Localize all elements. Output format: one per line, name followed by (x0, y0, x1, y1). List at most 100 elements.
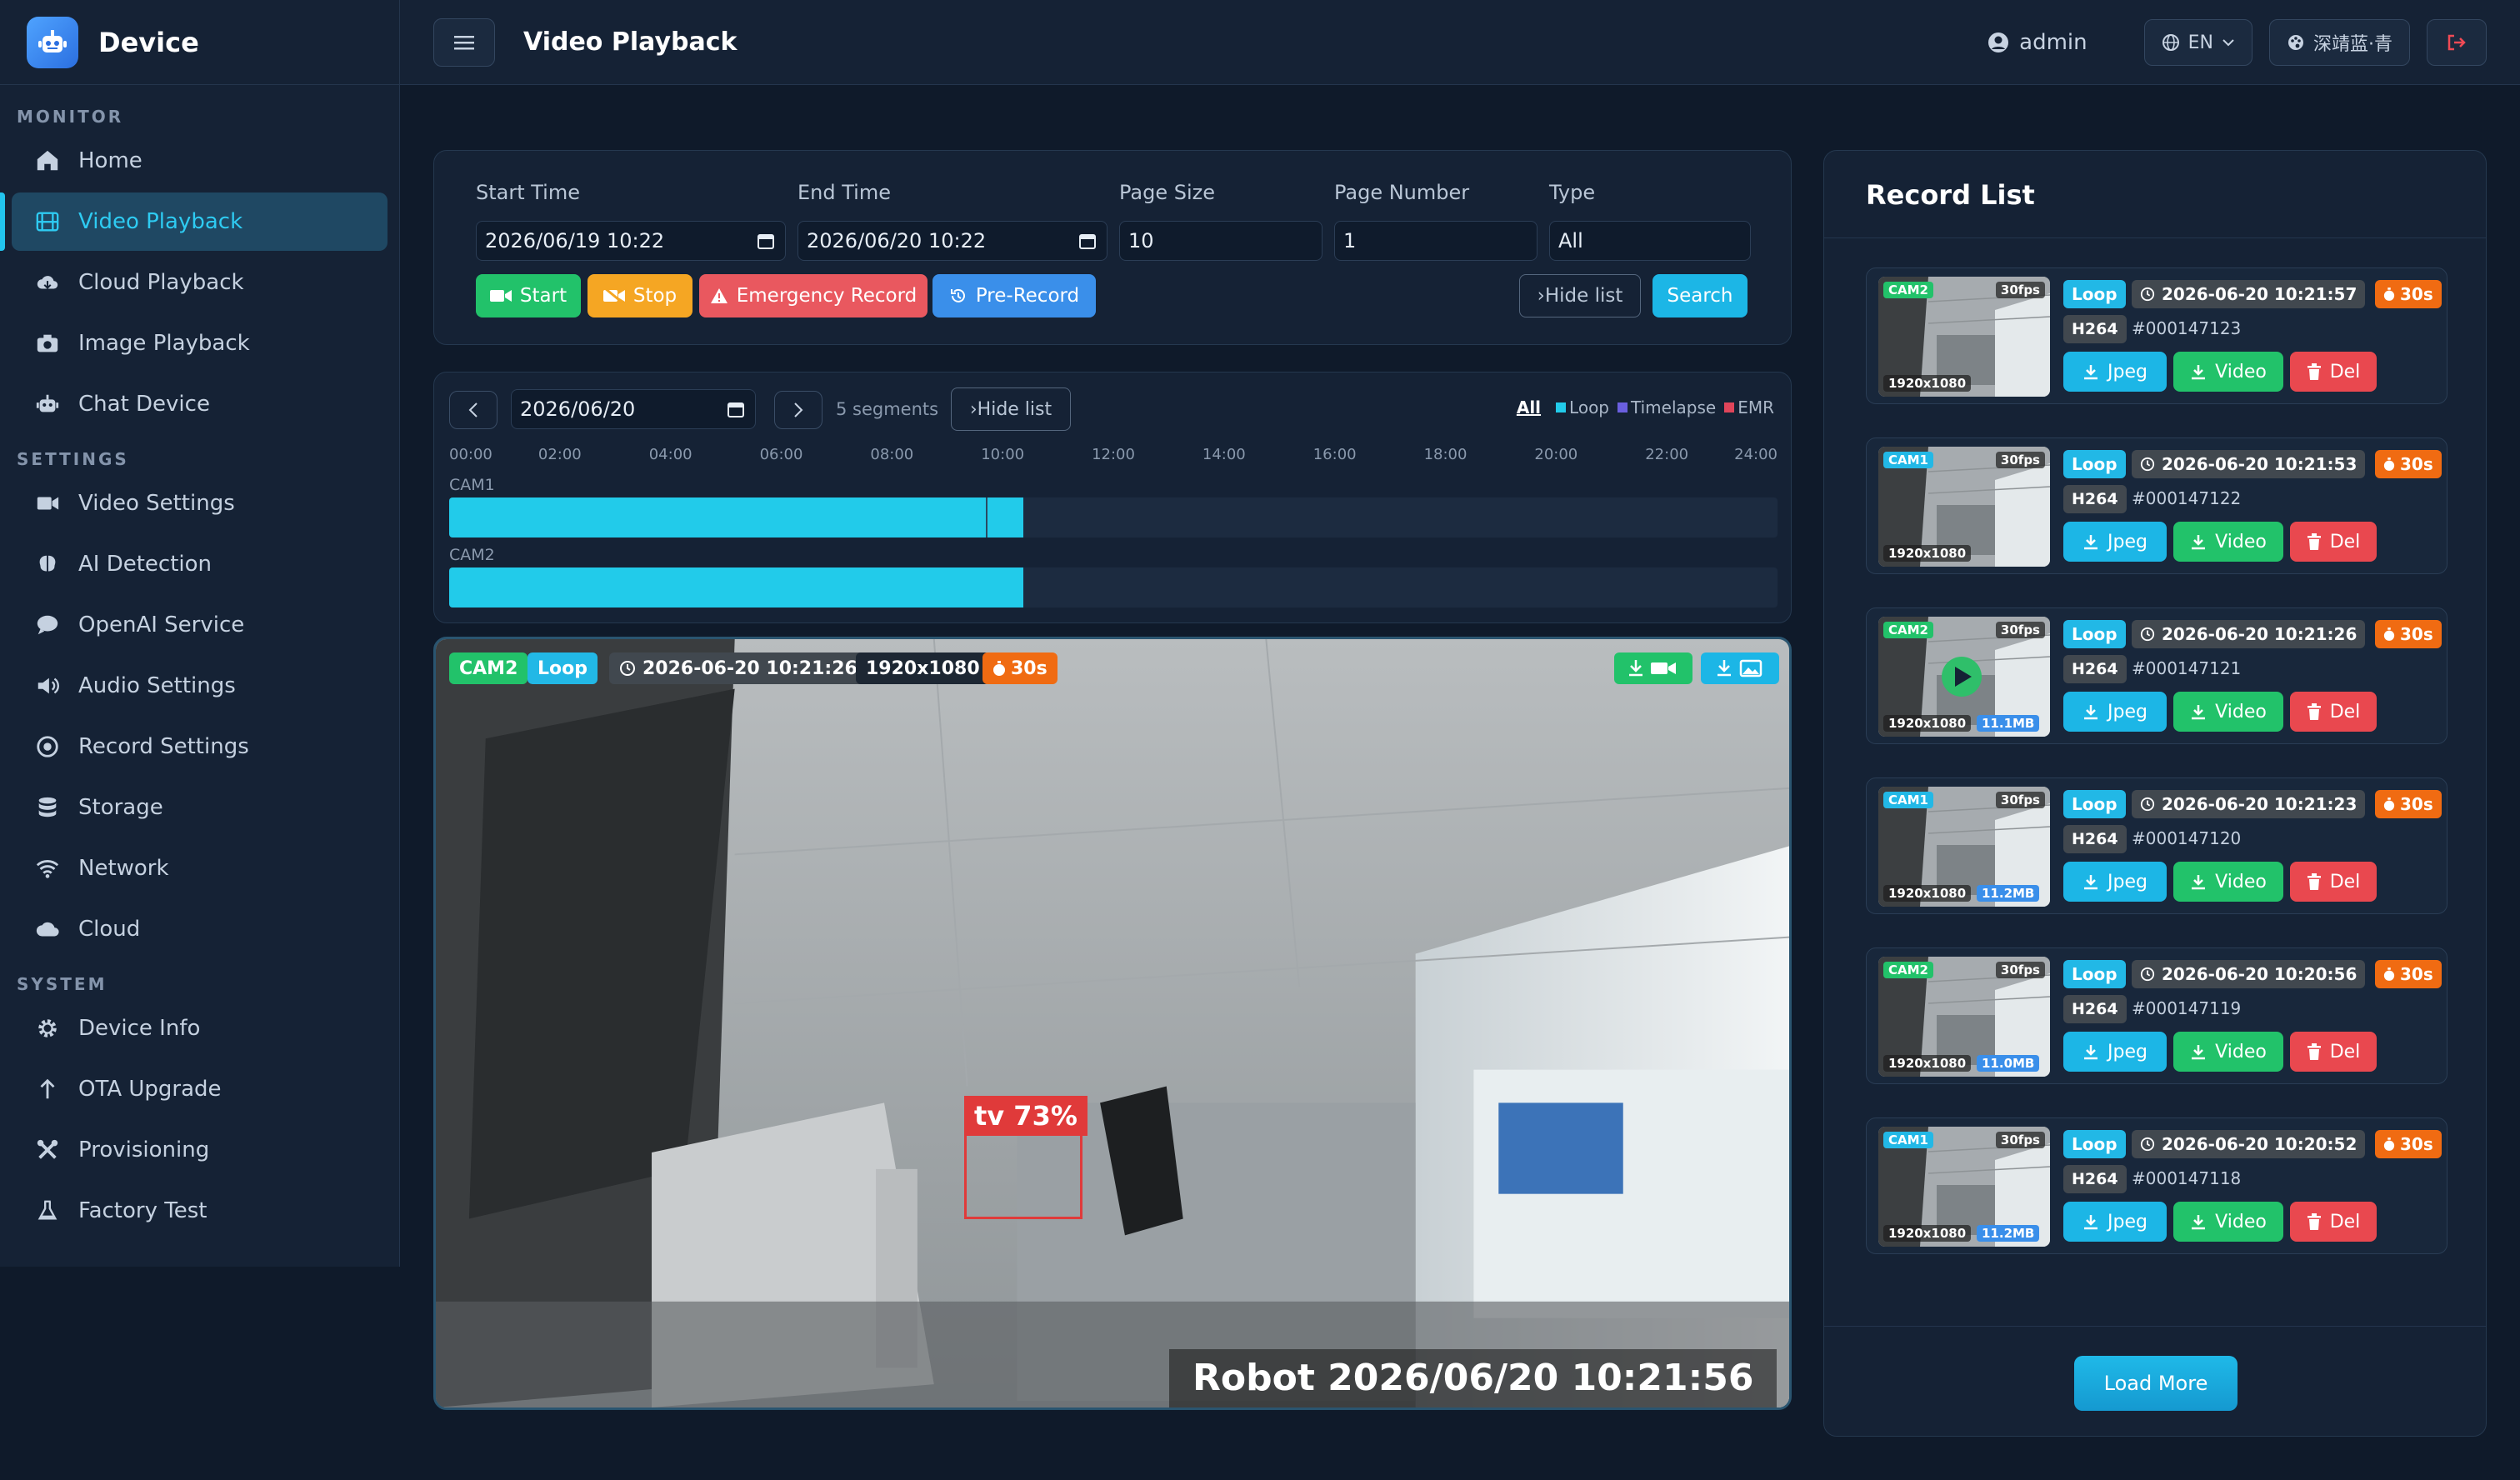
record-thumbnail[interactable]: CAM1 30fps 1920x1080 11.2MB (1878, 787, 2050, 907)
start-time-input[interactable]: 2026/06/19 10:22 (476, 221, 786, 261)
cam2-track[interactable] (449, 568, 1778, 608)
record-card[interactable]: CAM1 30fps 1920x1080 11.2MB Loop 2026-06… (1866, 1118, 2448, 1254)
record-duration-value: 30s (2400, 284, 2433, 304)
record-card[interactable]: CAM1 30fps 1920x1080 11.2MB Loop 2026-06… (1866, 778, 2448, 914)
record-delete-button[interactable]: Del (2290, 1032, 2377, 1072)
sidebar-item-network[interactable]: Network (12, 839, 388, 898)
sidebar-item-video-playback[interactable]: Video Playback (0, 192, 388, 251)
record-delete-button[interactable]: Del (2290, 1202, 2377, 1242)
stop-record-button[interactable]: Stop (588, 274, 692, 318)
theme-button[interactable]: 深靖蓝·青 (2269, 19, 2410, 66)
user-menu[interactable]: admin (1988, 30, 2088, 55)
record-thumbnail[interactable]: CAM2 30fps 1920x1080 11.1MB (1878, 617, 2050, 737)
video-player[interactable]: tv 73% Robot 2026/06/20 10:21:56 CAM2 Lo… (433, 637, 1792, 1410)
record-video-button[interactable]: Video (2173, 352, 2283, 392)
legend-emr[interactable]: EMR (1738, 398, 1774, 418)
language-button[interactable]: EN (2143, 19, 2252, 66)
record-delete-button[interactable]: Del (2290, 352, 2377, 392)
clock-icon (2140, 797, 2155, 812)
sidebar-item-label: Cloud (78, 917, 141, 942)
record-jpeg-button[interactable]: Jpeg (2063, 352, 2167, 392)
search-button[interactable]: Search (1652, 274, 1748, 318)
record-jpeg-button[interactable]: Jpeg (2063, 1202, 2167, 1242)
record-video-button[interactable]: Video (2173, 692, 2283, 732)
timeline-date-input[interactable]: 2026/06/20 (511, 389, 756, 429)
record-video-button[interactable]: Video (2173, 522, 2283, 562)
record-video-button[interactable]: Video (2173, 1032, 2283, 1072)
next-day-button[interactable] (774, 391, 822, 429)
sidebar-item-label: Cloud Playback (78, 270, 244, 295)
playback-cursor[interactable] (986, 498, 988, 538)
timeline-tick: 18:00 (1423, 446, 1468, 463)
prev-day-button[interactable] (449, 391, 498, 429)
database-icon (33, 793, 62, 822)
record-delete-button[interactable]: Del (2290, 522, 2377, 562)
timeline-tick: 12:00 (1092, 446, 1135, 463)
type-select[interactable]: All (1549, 221, 1751, 261)
cam1-segment[interactable] (449, 498, 1023, 538)
start-record-button[interactable]: Start (476, 274, 581, 318)
sidebar-item-openai-service[interactable]: OpenAI Service (12, 596, 388, 654)
page-number-input[interactable]: 1 (1334, 221, 1538, 261)
page-title: Video Playback (523, 28, 738, 57)
sidebar-item-audio-settings[interactable]: Audio Settings (12, 657, 388, 715)
record-jpeg-button[interactable]: Jpeg (2063, 692, 2167, 732)
sidebar-item-provisioning[interactable]: Provisioning (12, 1121, 388, 1179)
record-card[interactable]: CAM2 30fps 1920x1080 11.1MB Loop 2026-06… (1866, 608, 2448, 744)
load-more-button[interactable]: Load More (2074, 1356, 2238, 1411)
start-record-label: Start (519, 285, 568, 307)
sidebar-item-factory-test[interactable]: Factory Test (12, 1182, 388, 1240)
record-jpeg-button[interactable]: Jpeg (2063, 1032, 2167, 1072)
record-type-badge: Loop (2063, 790, 2126, 818)
sidebar-item-home[interactable]: Home (12, 132, 388, 190)
record-video-button[interactable]: Video (2173, 1202, 2283, 1242)
record-card[interactable]: CAM1 30fps 1920x1080 Loop 2026-06-20 10:… (1866, 438, 2448, 574)
sidebar-item-device-info[interactable]: Device Info (12, 999, 388, 1058)
legend-loop[interactable]: Loop (1569, 398, 1609, 418)
sidebar-item-chat-device[interactable]: Chat Device (12, 375, 388, 433)
page-size-input[interactable]: 10 (1119, 221, 1322, 261)
download-image-button[interactable] (1701, 652, 1779, 684)
record-thumbnail[interactable]: CAM2 30fps 1920x1080 11.0MB (1878, 957, 2050, 1077)
legend-all[interactable]: All (1517, 398, 1541, 418)
record-thumbnail[interactable]: CAM2 30fps 1920x1080 (1878, 277, 2050, 397)
logout-button[interactable] (2427, 19, 2487, 66)
menu-toggle-button[interactable] (433, 18, 495, 67)
pre-record-button[interactable]: Pre-Record (932, 274, 1096, 318)
record-time-value: 2026-06-20 10:20:52 (2162, 1134, 2358, 1154)
record-icon (33, 732, 62, 761)
download-image-icon (1718, 659, 1762, 678)
timeline-hide-list-button[interactable]: ›Hide list (951, 388, 1071, 431)
sidebar-item-ai-detection[interactable]: AI Detection (12, 535, 388, 593)
record-jpeg-button[interactable]: Jpeg (2063, 862, 2167, 902)
legend-timelapse[interactable]: Timelapse (1631, 398, 1716, 418)
cam2-segment[interactable] (449, 568, 1023, 608)
record-delete-button[interactable]: Del (2290, 862, 2377, 902)
record-delete-label: Del (2329, 361, 2361, 382)
record-video-button[interactable]: Video (2173, 862, 2283, 902)
record-card[interactable]: CAM2 30fps 1920x1080 11.0MB Loop 2026-06… (1866, 948, 2448, 1084)
record-delete-button[interactable]: Del (2290, 692, 2377, 732)
record-thumbnail[interactable]: CAM1 30fps 1920x1080 11.2MB (1878, 1127, 2050, 1247)
sidebar-item-video-settings[interactable]: Video Settings (12, 474, 388, 532)
thumb-fps-badge: 30fps (1995, 282, 2045, 298)
emergency-record-button[interactable]: Emergency Record (699, 274, 928, 318)
record-card[interactable]: CAM2 30fps 1920x1080 Loop 2026-06-20 10:… (1866, 268, 2448, 404)
sidebar-item-cloud[interactable]: Cloud (12, 900, 388, 958)
hide-list-button[interactable]: ›Hide list (1519, 274, 1641, 318)
record-jpeg-button[interactable]: Jpeg (2063, 522, 2167, 562)
sidebar-item-ota-upgrade[interactable]: OTA Upgrade (12, 1060, 388, 1118)
end-time-input[interactable]: 2026/06/20 10:22 (798, 221, 1108, 261)
pre-record-label: Pre-Record (975, 285, 1080, 307)
sidebar-item-record-settings[interactable]: Record Settings (12, 718, 388, 776)
record-thumbnail[interactable]: CAM1 30fps 1920x1080 (1878, 447, 2050, 567)
sidebar-item-image-playback[interactable]: Image Playback (12, 314, 388, 372)
type-label: Type (1549, 181, 1596, 204)
download-icon (2084, 705, 2098, 720)
sidebar-item-storage[interactable]: Storage (12, 778, 388, 837)
timeline-tick: 22:00 (1645, 446, 1689, 463)
download-video-button[interactable] (1614, 652, 1692, 684)
user-icon (1988, 32, 2009, 52)
cam1-track[interactable] (449, 498, 1778, 538)
sidebar-item-cloud-playback[interactable]: Cloud Playback (12, 253, 388, 312)
